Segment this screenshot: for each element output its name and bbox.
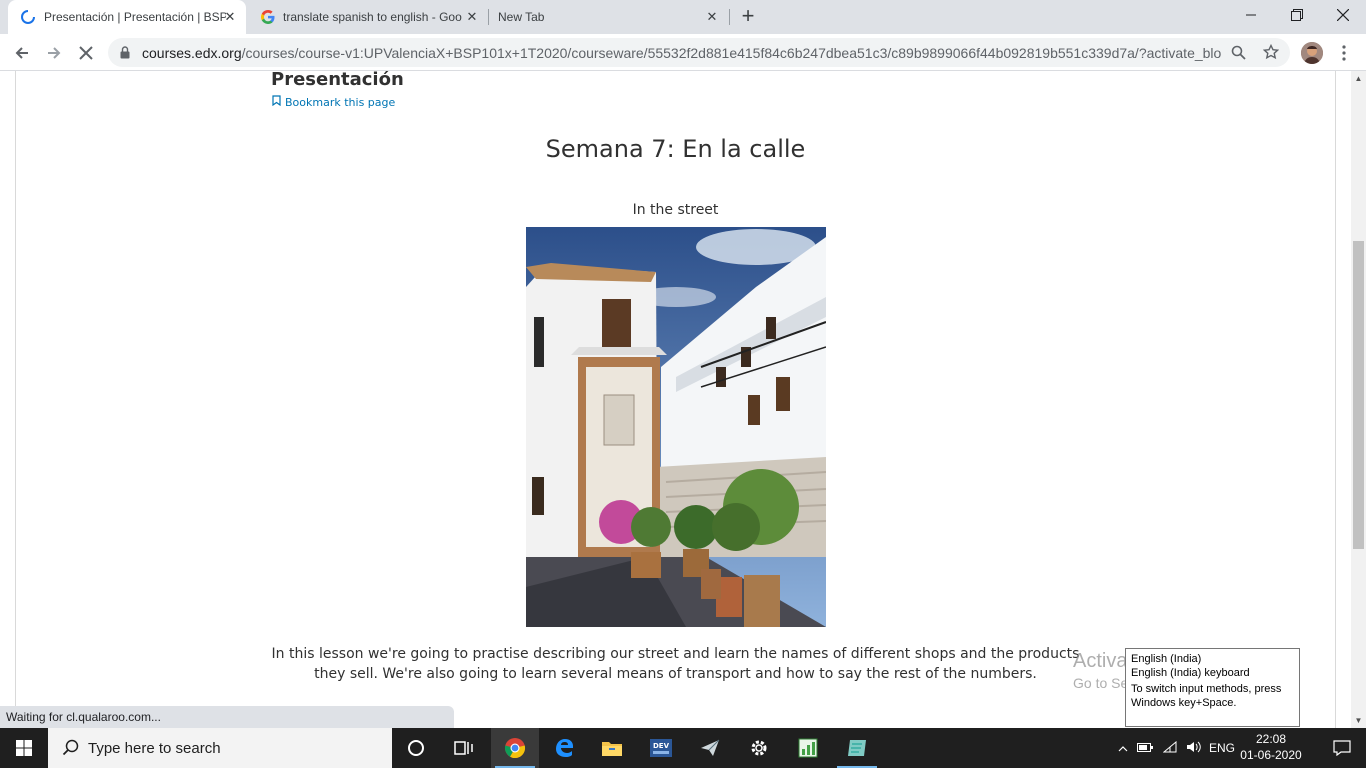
clock-time: 22:08 [1255,732,1287,746]
content-border [1335,71,1336,728]
start-button[interactable] [0,728,48,768]
svg-text:DEV: DEV [653,742,670,750]
restore-button[interactable] [1274,0,1320,30]
bookmark-icon [272,95,281,109]
notes-app-icon[interactable] [833,728,881,768]
chart-app-icon[interactable] [784,728,832,768]
search-icon [62,739,80,762]
file-explorer-icon[interactable] [588,728,636,768]
url-path: /courses/course-v1:UPValenciaX+BSP101x+1… [241,45,1222,61]
tab-separator [488,9,489,25]
ime-language: English (India) [1131,653,1202,665]
loading-spinner-icon [20,9,36,28]
menu-kebab-icon[interactable] [1336,44,1352,62]
windows-logo-icon [16,740,32,756]
zoom-icon[interactable] [1231,45,1246,65]
stop-loading-button[interactable] [73,40,99,66]
bookmark-page-link[interactable]: Bookmark this page [272,95,395,109]
browser-toolbar: courses.edx.org/courses/course-v1:UPVale… [0,34,1366,71]
street-photo [526,227,826,627]
browser-status-bar: Waiting for cl.qualaroo.com... [0,706,454,728]
page-content: Presentación Bookmark this page Semana 7… [0,71,1351,728]
windows-taskbar: Type here to search DEV ENG 22:08 01-06-… [0,728,1366,768]
chevron-up-icon[interactable] [1114,741,1132,755]
close-tab-icon[interactable]: ✕ [704,9,720,25]
lock-icon [120,46,130,64]
ime-hint: Windows key+Space. [1131,697,1237,709]
bookmark-label: Bookmark this page [285,95,396,109]
edge-icon[interactable] [540,728,588,768]
tab-translate[interactable]: translate spanish to english - Goo ✕ [250,0,488,34]
ime-keyboard: English (India) keyboard [1131,667,1250,679]
scroll-up-arrow-icon[interactable]: ▲ [1351,71,1366,86]
ime-hint: To switch input methods, press [1131,683,1282,695]
battery-icon[interactable] [1132,741,1158,755]
system-tray: ENG [1114,728,1238,768]
tab-new-tab[interactable]: New Tab ✕ [490,0,728,34]
notification-center-icon[interactable] [1318,728,1366,768]
dev-app-icon[interactable]: DEV [637,728,685,768]
taskbar-search-box[interactable]: Type here to search [48,728,392,768]
tab-strip: Presentación | Presentación | BSP ✕ tran… [0,0,1366,34]
lesson-subtitle: In the street [632,202,719,218]
new-tab-button[interactable]: + [736,5,760,29]
back-button[interactable] [9,40,35,66]
unit-title: Presentación [271,71,404,90]
lesson-description: In this lesson we're going to practise d… [270,644,1081,684]
lesson-heading: Semana 7: En la calle [545,135,806,163]
tab-presentacion[interactable]: Presentación | Presentación | BSP ✕ [8,0,246,34]
minimize-button[interactable] [1228,0,1274,30]
volume-icon[interactable] [1182,741,1206,756]
close-tab-icon[interactable]: ✕ [222,9,238,25]
tab-separator [729,9,730,25]
scroll-thumb[interactable] [1353,241,1364,549]
chrome-taskbar-icon[interactable] [491,728,539,768]
settings-gear-icon[interactable] [735,728,783,768]
content-border [15,71,16,728]
description-line: they sell. We're also going to learn sev… [314,666,1037,682]
cortana-icon[interactable] [392,728,440,768]
url-text: courses.edx.org/courses/course-v1:UPVale… [142,45,1222,61]
tab-title: translate spanish to english - Goo [283,10,462,24]
url-host: courses.edx.org [142,45,242,61]
google-icon [260,9,276,28]
page-scrollbar[interactable]: ▲ ▼ [1351,71,1366,728]
close-tab-icon[interactable]: ✕ [464,9,480,25]
forward-button[interactable] [41,40,67,66]
task-view-icon[interactable] [440,728,488,768]
profile-avatar[interactable] [1301,42,1323,64]
paper-plane-app-icon[interactable] [686,728,734,768]
input-language-indicator[interactable]: ENG [1206,741,1238,755]
clock-date: 01-06-2020 [1240,748,1302,762]
bookmark-star-icon[interactable] [1262,43,1280,65]
close-window-button[interactable] [1320,0,1366,30]
taskbar-clock[interactable]: 22:08 01-06-2020 [1240,731,1302,763]
search-placeholder: Type here to search [88,740,221,757]
input-method-tooltip: English (India) English (India) keyboard… [1125,648,1300,727]
address-bar[interactable]: courses.edx.org/courses/course-v1:UPVale… [108,38,1290,67]
scroll-down-arrow-icon[interactable]: ▼ [1351,713,1366,728]
tab-title: Presentación | Presentación | BSP [44,10,226,24]
wifi-icon[interactable] [1158,740,1182,756]
tab-title: New Tab [498,10,545,24]
description-line: In this lesson we're going to practise d… [271,646,1080,662]
